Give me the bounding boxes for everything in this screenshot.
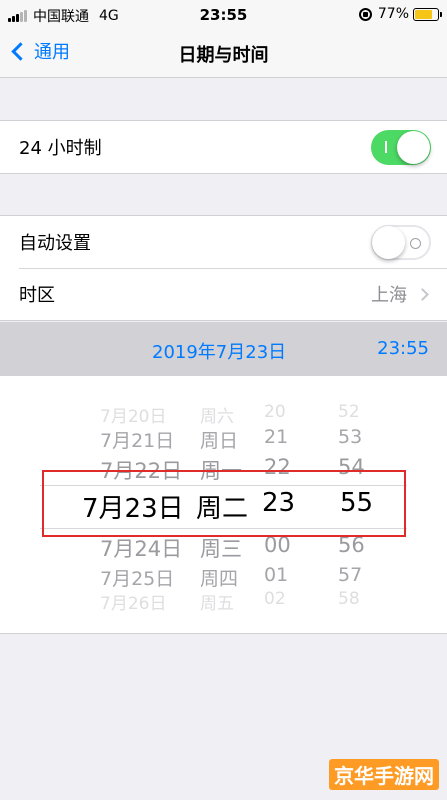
rotation-lock-icon	[358, 7, 372, 21]
battery-level	[415, 9, 432, 19]
picker-hour: 01	[264, 564, 289, 586]
picker-weekday: 周三	[200, 537, 242, 561]
picker-hour: 21	[264, 426, 289, 448]
picker-date: 7月25日	[100, 568, 175, 590]
navigation-bar: 通用 日期与时间	[0, 30, 447, 78]
timezone-label: 时区	[19, 285, 55, 306]
picker-weekday: 周日	[200, 430, 239, 452]
timezone-cell[interactable]: 时区 上海	[0, 268, 447, 320]
picker-date: 7月26日	[100, 594, 167, 614]
chevron-right-icon	[416, 287, 429, 301]
selected-date: 2019年7月23日	[152, 342, 287, 363]
picker-date: 7月24日	[100, 537, 183, 561]
status-right: 77%	[358, 6, 442, 22]
page-title: 日期与时间	[178, 45, 269, 66]
selected-datetime-row[interactable]: 2019年7月23日 23:55	[0, 322, 447, 376]
battery-icon	[413, 7, 442, 21]
auto-set-toggle[interactable]	[371, 225, 431, 260]
selected-time: 23:55	[377, 338, 429, 359]
picker-weekday: 周四	[200, 568, 239, 590]
status-bar: 中国联通 4G 23:55 77%	[0, 0, 447, 30]
auto-set-label: 自动设置	[19, 233, 91, 254]
hour24-cell: 24 小时制	[0, 121, 447, 173]
toggle-knob	[397, 131, 430, 164]
picker-minute: 58	[338, 589, 360, 609]
battery-percent: 77%	[377, 6, 409, 22]
picker-minute: 53	[338, 426, 363, 448]
picker-weekday: 周五	[200, 594, 234, 614]
picker-date: 7月21日	[100, 430, 175, 452]
timezone-value: 上海	[371, 285, 407, 306]
hour24-toggle[interactable]	[371, 130, 431, 165]
hour24-label: 24 小时制	[19, 138, 102, 159]
toggle-knob	[372, 226, 405, 259]
picker-weekday: 周六	[200, 407, 234, 427]
picker-minute: 57	[338, 564, 363, 586]
toggle-off-mark-icon	[410, 238, 421, 249]
picker-date: 7月20日	[100, 407, 167, 427]
picker-hour: 20	[264, 402, 286, 422]
auto-group: 自动设置 时区 上海	[0, 215, 447, 321]
highlight-annotation-box	[42, 470, 406, 537]
watermark-label: 京华手游网	[329, 759, 439, 790]
hour24-group: 24 小时制	[0, 120, 447, 174]
toggle-on-mark-icon	[385, 141, 387, 153]
auto-set-cell: 自动设置	[0, 216, 447, 268]
picker-hour: 02	[264, 589, 286, 609]
picker-minute: 52	[338, 402, 360, 422]
